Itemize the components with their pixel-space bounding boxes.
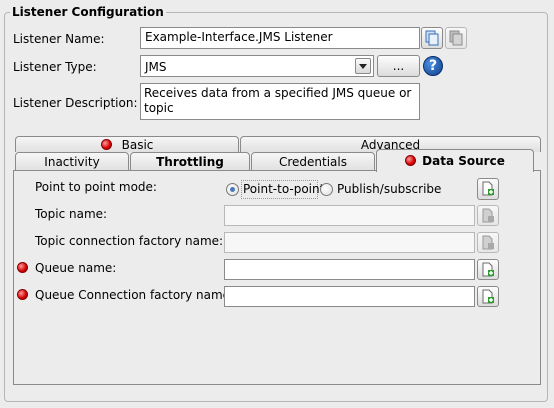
queue-name-new-button[interactable] (477, 259, 499, 280)
queue-name-field[interactable] (224, 259, 475, 280)
queue-cf-field[interactable] (224, 286, 475, 307)
tab-credentials-label: Credentials (278, 155, 347, 169)
tab-basic-label: Basic (121, 138, 154, 152)
new-document-icon (482, 289, 494, 303)
topic-cf-new-button[interactable] (477, 232, 499, 253)
topic-name-field[interactable] (224, 205, 475, 226)
mode-new-button[interactable] (477, 178, 499, 200)
browse-button[interactable]: ... (377, 55, 420, 77)
tab-credentials[interactable]: Credentials (251, 152, 375, 171)
new-document-icon (482, 181, 494, 196)
dropdown-arrow[interactable] (355, 58, 371, 74)
listener-description-field[interactable]: Receives data from a specified JMS queue… (140, 83, 420, 120)
queue-cf-label: Queue Connection factory name: (35, 288, 235, 302)
error-indicator-icon (17, 262, 28, 273)
paste-button[interactable] (445, 27, 467, 49)
radio-point-to-point[interactable] (226, 183, 239, 196)
tab-data-source-label: Data Source (422, 154, 505, 168)
topic-cf-field[interactable] (224, 232, 475, 253)
new-document-icon (482, 235, 494, 249)
listener-name-label: Listener Name: (13, 32, 105, 46)
listener-description-label: Listener Description: (13, 96, 138, 110)
chevron-down-icon (359, 63, 367, 69)
topic-cf-label: Topic connection factory name: (35, 234, 224, 248)
listener-type-label: Listener Type: (13, 60, 97, 74)
help-icon[interactable]: ? (423, 56, 443, 76)
tab-inactivity-label: Inactivity (44, 155, 100, 169)
topic-name-new-button[interactable] (477, 205, 499, 226)
listener-type-value: JMS (145, 60, 167, 74)
new-document-icon (482, 208, 494, 222)
radio-publish-subscribe-label[interactable]: Publish/subscribe (337, 182, 441, 196)
copy-button[interactable] (421, 27, 443, 49)
error-indicator-icon (405, 155, 417, 166)
radio-publish-subscribe[interactable] (320, 183, 333, 196)
paste-icon (449, 30, 463, 46)
listener-name-field[interactable]: Example-Interface.JMS Listener (140, 27, 420, 49)
error-indicator-icon (17, 289, 28, 300)
queue-name-label: Queue name: (35, 261, 117, 275)
tab-basic[interactable]: Basic (15, 136, 239, 152)
queue-cf-new-button[interactable] (477, 286, 499, 307)
mode-label: Point to point mode: (35, 180, 157, 194)
topic-name-label: Topic name: (35, 207, 108, 221)
tab-inactivity[interactable]: Inactivity (15, 152, 129, 171)
listener-type-select[interactable]: JMS (140, 55, 374, 77)
radio-point-to-point-label[interactable]: Point-to-point (243, 182, 324, 196)
copy-icon (425, 30, 439, 46)
tab-data-source[interactable]: Data Source (376, 149, 534, 172)
section-title: Listener Configuration (10, 5, 166, 19)
tab-throttling[interactable]: Throttling (130, 152, 250, 171)
new-document-icon (482, 262, 494, 276)
tab-throttling-label: Throttling (156, 155, 224, 169)
error-indicator-icon (100, 139, 112, 150)
